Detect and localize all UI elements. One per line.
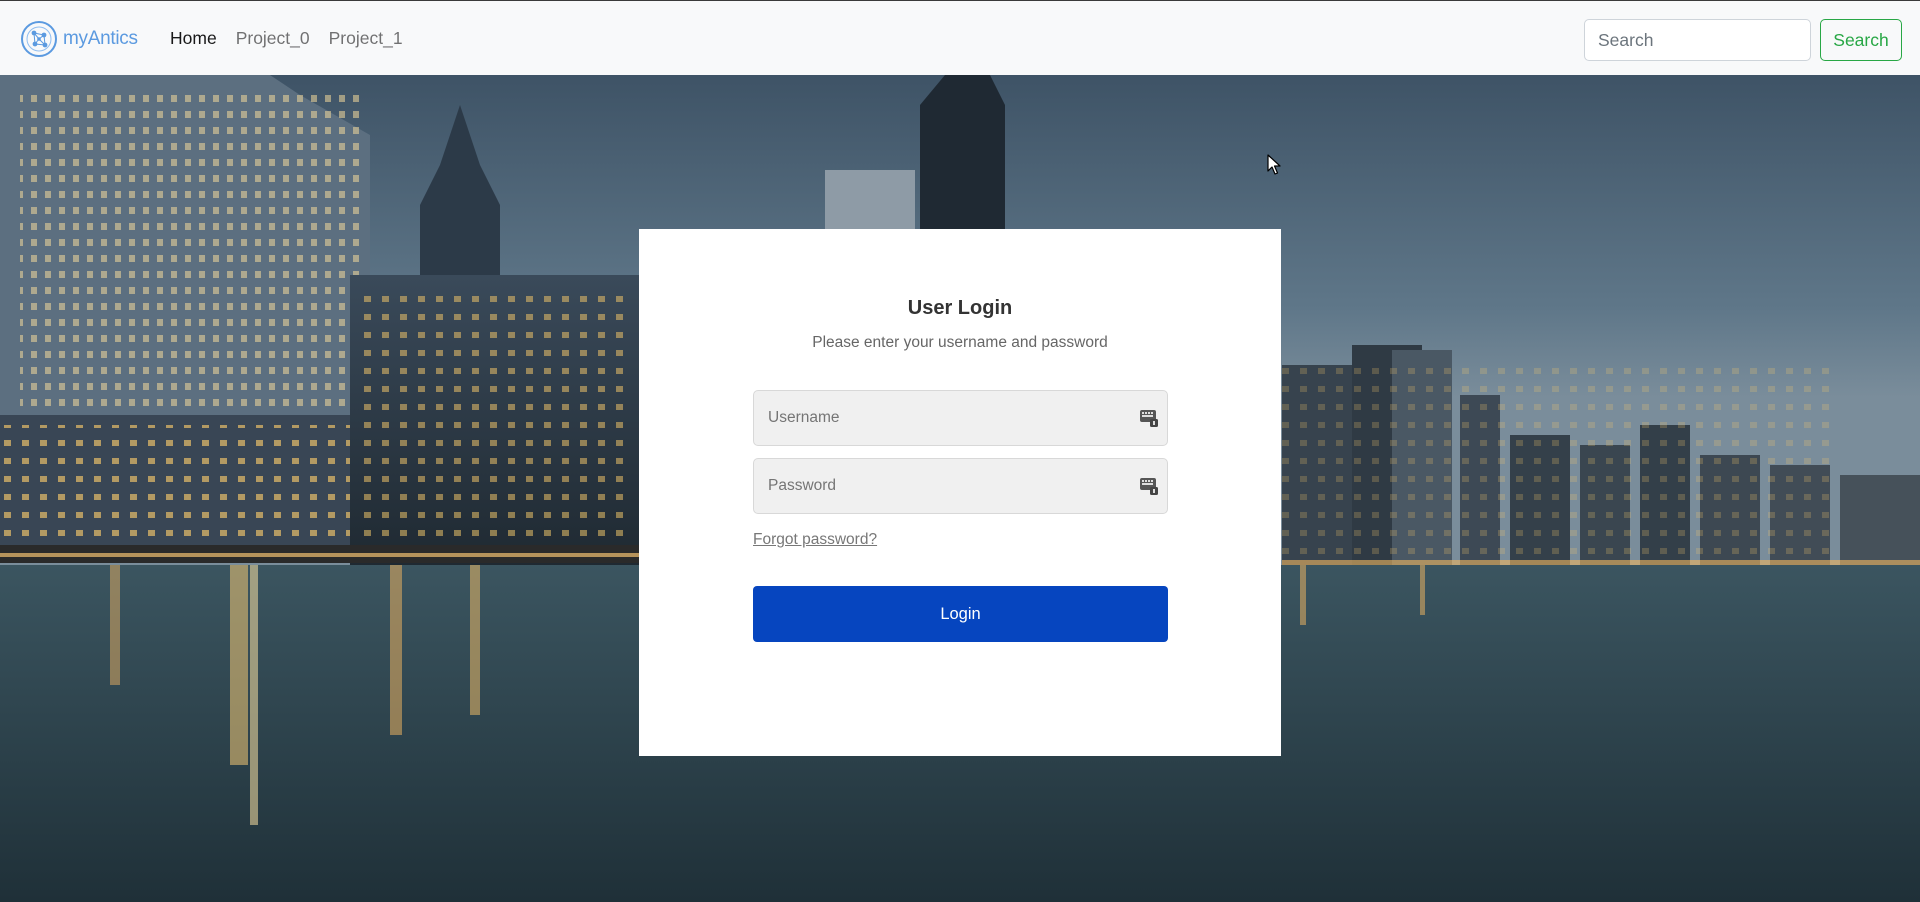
keyboard-icon[interactable] bbox=[1139, 476, 1159, 496]
login-card: User Login Please enter your username an… bbox=[639, 229, 1281, 756]
login-subtitle: Please enter your username and password bbox=[812, 334, 1108, 351]
forgot-password-link[interactable]: Forgot password? bbox=[753, 531, 877, 549]
search-button[interactable]: Search bbox=[1820, 19, 1902, 61]
brand-text: myAntics bbox=[63, 28, 138, 49]
mouse-pointer-icon bbox=[1267, 154, 1281, 175]
password-field bbox=[753, 458, 1168, 514]
nav-link-project-0[interactable]: Project_0 bbox=[236, 28, 310, 49]
nav-links: Home Project_0 Project_1 bbox=[170, 28, 403, 49]
search-input[interactable] bbox=[1584, 19, 1811, 61]
login-button[interactable]: Login bbox=[753, 586, 1168, 642]
username-field bbox=[753, 390, 1168, 446]
nav-link-project-1[interactable]: Project_1 bbox=[329, 28, 403, 49]
nav-link-home[interactable]: Home bbox=[170, 28, 217, 49]
brand-link[interactable]: myAntics bbox=[20, 20, 138, 58]
top-navbar: myAntics Home Project_0 Project_1 Search bbox=[0, 0, 1920, 75]
password-input[interactable] bbox=[754, 459, 1167, 513]
username-input[interactable] bbox=[754, 391, 1167, 445]
keyboard-icon[interactable] bbox=[1139, 408, 1159, 428]
login-title: User Login bbox=[907, 297, 1013, 319]
network-logo-icon bbox=[21, 21, 57, 57]
